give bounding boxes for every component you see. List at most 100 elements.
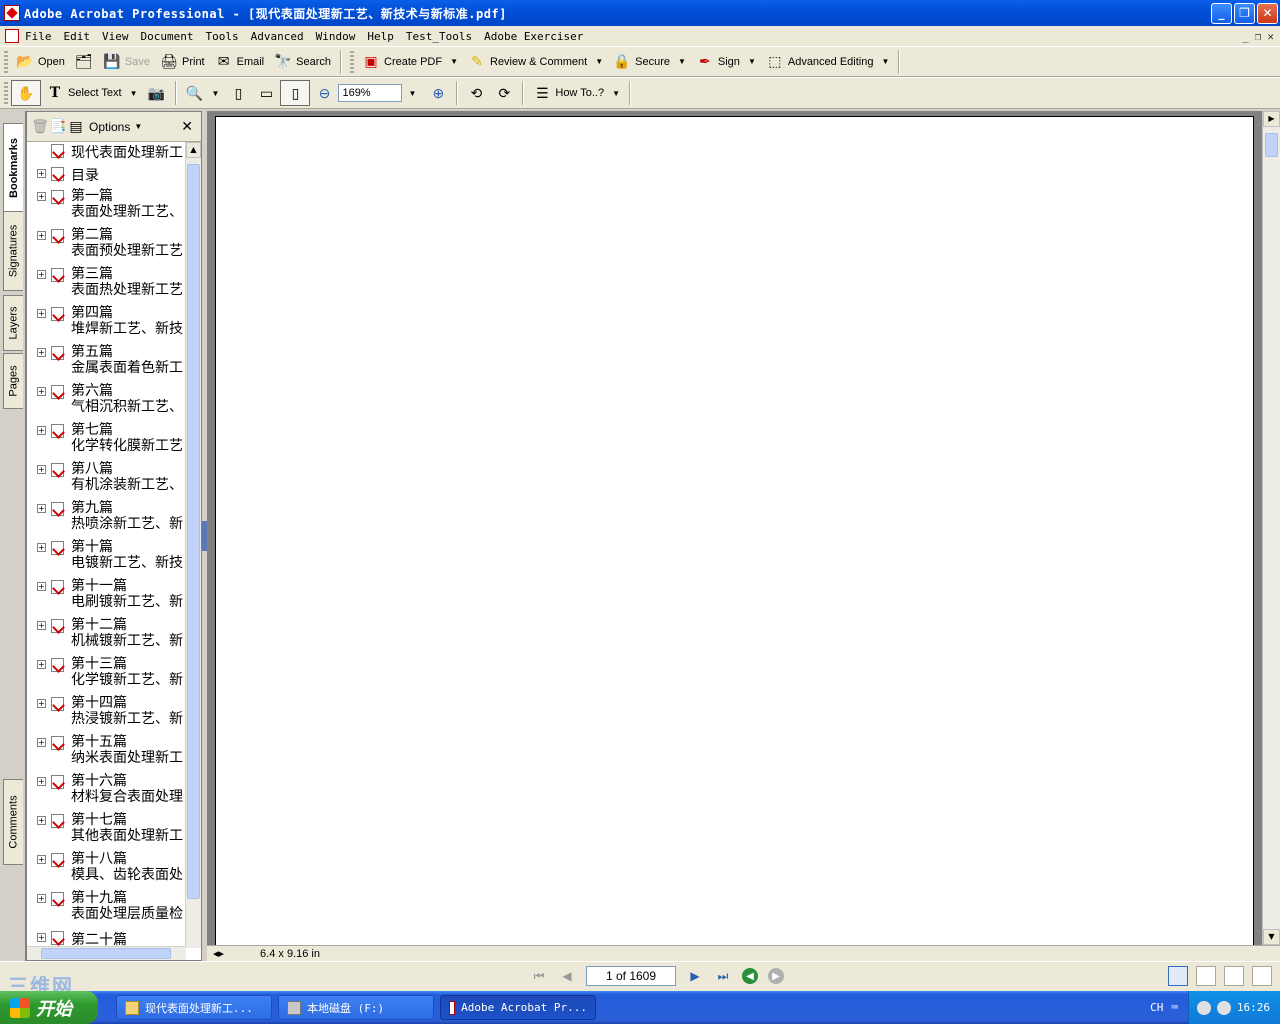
- bookmark-item[interactable]: + 第十九篇 表面处理层质量检: [27, 890, 186, 929]
- expand-plus-icon[interactable]: +: [37, 777, 46, 786]
- bookmark-item[interactable]: + 目录: [27, 165, 186, 188]
- facing-icon[interactable]: [1224, 966, 1244, 986]
- scroll-up-arrow[interactable]: ▶: [1263, 111, 1280, 127]
- chevron-down-icon[interactable]: ▼: [881, 57, 889, 66]
- zoom-level-field[interactable]: 169%: [338, 84, 403, 102]
- toolbar-grip[interactable]: [350, 50, 354, 73]
- panel-close-button[interactable]: ✕: [181, 118, 193, 135]
- expand-plus-icon[interactable]: +: [37, 169, 46, 178]
- go-forward-icon[interactable]: ▶: [768, 968, 784, 984]
- menu-tools[interactable]: Tools: [205, 30, 238, 43]
- volume-icon[interactable]: [1216, 1000, 1231, 1015]
- expand-plus-icon[interactable]: +: [37, 582, 46, 591]
- bookmark-item[interactable]: + 第十三篇 化学镀新工艺、新: [27, 656, 186, 695]
- expand-plus-icon[interactable]: +: [37, 699, 46, 708]
- last-page-icon[interactable]: ⏭: [714, 967, 732, 985]
- chevron-down-icon[interactable]: ▼: [134, 122, 142, 131]
- email-button[interactable]: ✉ Email: [210, 49, 270, 75]
- expand-plus-icon[interactable]: +: [37, 855, 46, 864]
- scroll-thumb[interactable]: [41, 948, 171, 959]
- bookmark-item[interactable]: 现代表面处理新工: [27, 142, 186, 165]
- options-menu[interactable]: Options: [89, 120, 130, 134]
- open-button[interactable]: 📂 Open: [11, 49, 70, 75]
- network-icon[interactable]: [1196, 1000, 1211, 1015]
- chevron-down-icon[interactable]: ▼: [748, 57, 756, 66]
- bookmark-item[interactable]: + 第三篇 表面热处理新工艺: [27, 266, 186, 305]
- pdf-page[interactable]: [215, 116, 1254, 946]
- sign-button[interactable]: ✒ Sign ▼: [691, 49, 761, 75]
- bookmark-horizontal-scrollbar[interactable]: [27, 946, 186, 960]
- menu-test-tools[interactable]: Test_Tools: [406, 30, 472, 43]
- expand-plus-icon[interactable]: +: [37, 543, 46, 552]
- tab-bookmarks[interactable]: Bookmarks: [3, 123, 23, 213]
- expand-plus-icon[interactable]: +: [37, 933, 46, 942]
- scroll-left-arrow[interactable]: ◂▸: [213, 947, 224, 960]
- expand-plus-icon[interactable]: +: [37, 660, 46, 669]
- snapshot-button[interactable]: 📷: [143, 80, 171, 106]
- how-to-button[interactable]: ☰ How To..? ▼: [528, 80, 625, 106]
- maximize-button[interactable]: ❐: [1234, 2, 1255, 24]
- document-vertical-scrollbar[interactable]: ▶ ▼: [1262, 111, 1280, 945]
- save-button[interactable]: 💾 Save: [98, 49, 155, 75]
- expand-plus-icon[interactable]: +: [37, 270, 46, 279]
- task-acrobat[interactable]: Adobe Acrobat Pr...: [440, 995, 596, 1020]
- secure-button[interactable]: 🔒 Secure ▼: [608, 49, 691, 75]
- menu-adobe-exerciser[interactable]: Adobe Exerciser: [484, 30, 583, 43]
- zoom-dropdown-icon[interactable]: ▼: [408, 89, 416, 98]
- chevron-down-icon[interactable]: ▼: [612, 89, 620, 98]
- toolbar-grip[interactable]: [4, 50, 8, 73]
- expand-plus-icon[interactable]: +: [37, 387, 46, 396]
- zoom-tool-button[interactable]: 🔍 ▼: [181, 80, 225, 106]
- expand-plus-icon[interactable]: +: [37, 504, 46, 513]
- new-bookmark-icon[interactable]: 📑: [49, 118, 67, 136]
- expand-plus-icon[interactable]: +: [37, 192, 46, 201]
- bookmark-item[interactable]: + 第九篇 热喷涂新工艺、新: [27, 500, 186, 539]
- bookmark-item[interactable]: + 第十一篇 电刷镀新工艺、新: [27, 578, 186, 617]
- bookmark-item[interactable]: + 第六篇 气相沉积新工艺、: [27, 383, 186, 422]
- previous-page-icon[interactable]: ◀: [558, 967, 576, 985]
- menu-view[interactable]: View: [102, 30, 129, 43]
- expand-bookmark-icon[interactable]: ▤: [67, 118, 85, 136]
- actual-size-button[interactable]: ▯: [224, 80, 252, 106]
- bookmark-item[interactable]: + 第八篇 有机涂装新工艺、: [27, 461, 186, 500]
- organizer-button[interactable]: 🗂: [70, 49, 98, 75]
- close-button[interactable]: ✕: [1257, 2, 1278, 24]
- expand-plus-icon[interactable]: +: [37, 894, 46, 903]
- expand-plus-icon[interactable]: +: [37, 231, 46, 240]
- create-pdf-button[interactable]: ▣ Create PDF ▼: [357, 49, 463, 75]
- bookmark-item[interactable]: + 第四篇 堆焊新工艺、新技: [27, 305, 186, 344]
- rotate-ccw-button[interactable]: ⟲: [462, 80, 490, 106]
- expand-plus-icon[interactable]: +: [37, 348, 46, 357]
- menu-window[interactable]: Window: [316, 30, 356, 43]
- menu-edit[interactable]: Edit: [64, 30, 91, 43]
- continuous-icon[interactable]: [1196, 966, 1216, 986]
- menu-file[interactable]: File: [25, 30, 52, 43]
- document-view[interactable]: [207, 111, 1262, 946]
- chevron-down-icon[interactable]: ▼: [595, 57, 603, 66]
- doc-restore-button[interactable]: ❐: [1255, 30, 1262, 43]
- input-method-indicator[interactable]: CH ⌨: [1150, 1001, 1178, 1014]
- scroll-up-arrow[interactable]: ▲: [186, 142, 201, 158]
- continuous-facing-icon[interactable]: [1252, 966, 1272, 986]
- task-folder[interactable]: 现代表面处理新工...: [116, 995, 272, 1020]
- bookmark-item[interactable]: + 第二篇 表面预处理新工艺: [27, 227, 186, 266]
- bookmark-item[interactable]: + 第十六篇 材料复合表面处理: [27, 773, 186, 812]
- bookmark-item[interactable]: + 第十四篇 热浸镀新工艺、新: [27, 695, 186, 734]
- menu-advanced[interactable]: Advanced: [251, 30, 304, 43]
- start-button[interactable]: 开始: [0, 991, 98, 1024]
- first-page-icon[interactable]: ⏮: [530, 967, 548, 985]
- scroll-thumb[interactable]: [1265, 133, 1278, 157]
- bookmark-item[interactable]: + 第十篇 电镀新工艺、新技: [27, 539, 186, 578]
- hand-tool-button[interactable]: ✋: [11, 80, 41, 106]
- bookmark-item[interactable]: + 第十八篇 模具、齿轮表面处: [27, 851, 186, 890]
- scroll-thumb[interactable]: [187, 164, 200, 899]
- document-icon[interactable]: [5, 29, 19, 43]
- tab-pages[interactable]: Pages: [3, 353, 23, 409]
- scroll-down-arrow[interactable]: ▼: [1263, 929, 1280, 945]
- single-page-icon[interactable]: [1168, 966, 1188, 986]
- advanced-editing-button[interactable]: ⬚ Advanced Editing ▼: [761, 49, 895, 75]
- doc-close-button[interactable]: ✕: [1267, 30, 1274, 43]
- minimize-button[interactable]: _: [1211, 2, 1232, 24]
- bookmark-item[interactable]: + 第一篇 表面处理新工艺、: [27, 188, 186, 227]
- select-text-button[interactable]: T Select Text ▼: [41, 80, 143, 106]
